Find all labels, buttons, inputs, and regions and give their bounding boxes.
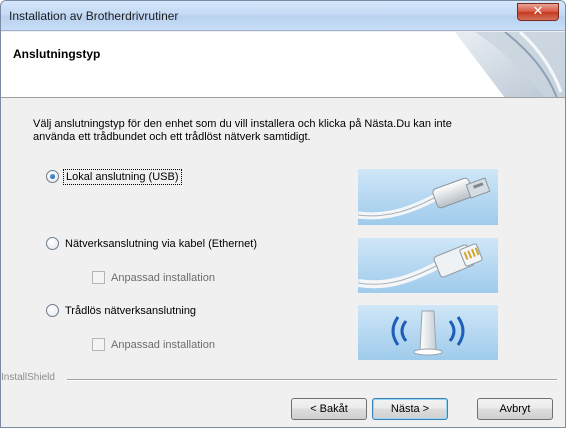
radio-button[interactable] <box>46 304 59 317</box>
checkbox-custom-install-ethernet[interactable]: Anpassad installation <box>92 271 215 284</box>
page-title: Anslutningstyp <box>13 47 101 61</box>
back-button[interactable]: < Bakåt <box>291 398 367 420</box>
radio-wireless[interactable]: Trådlös nätverksanslutning <box>46 304 196 317</box>
radio-usb-label[interactable]: Lokal anslutning (USB) <box>63 168 182 185</box>
usb-cable-icon <box>358 169 498 225</box>
checkbox-label: Anpassad installation <box>111 271 215 284</box>
radio-button-selected[interactable] <box>46 170 59 183</box>
installshield-brand: InstallShield <box>1 372 55 383</box>
cancel-button[interactable]: Avbryt <box>477 398 553 420</box>
radio-button[interactable] <box>46 237 59 250</box>
footer-divider <box>67 379 557 381</box>
close-button[interactable]: ✕ <box>517 3 559 21</box>
wizard-header: Anslutningstyp <box>1 32 565 98</box>
header-decoration-icon <box>455 32 565 97</box>
checkbox[interactable] <box>92 271 105 284</box>
checkbox[interactable] <box>92 338 105 351</box>
ethernet-cable-icon <box>358 238 498 293</box>
installer-window: Installation av Brotherdrivrutiner ✕ Ans… <box>0 0 566 428</box>
next-button[interactable]: Nästa > <box>372 398 448 420</box>
radio-wireless-label[interactable]: Trådlös nätverksanslutning <box>65 305 196 317</box>
radio-ethernet[interactable]: Nätverksanslutning via kabel (Ethernet) <box>46 237 257 250</box>
window-title: Installation av Brotherdrivrutiner <box>9 9 179 23</box>
checkbox-custom-install-wireless[interactable]: Anpassad installation <box>92 338 215 351</box>
checkbox-label: Anpassad installation <box>111 338 215 351</box>
instruction-text: Välj anslutningstyp för den enhet som du… <box>33 118 452 143</box>
radio-usb[interactable]: Lokal anslutning (USB) <box>46 168 182 185</box>
radio-ethernet-label[interactable]: Nätverksanslutning via kabel (Ethernet) <box>65 238 257 250</box>
wireless-router-icon <box>358 305 498 360</box>
title-bar[interactable]: Installation av Brotherdrivrutiner ✕ <box>1 1 565 31</box>
